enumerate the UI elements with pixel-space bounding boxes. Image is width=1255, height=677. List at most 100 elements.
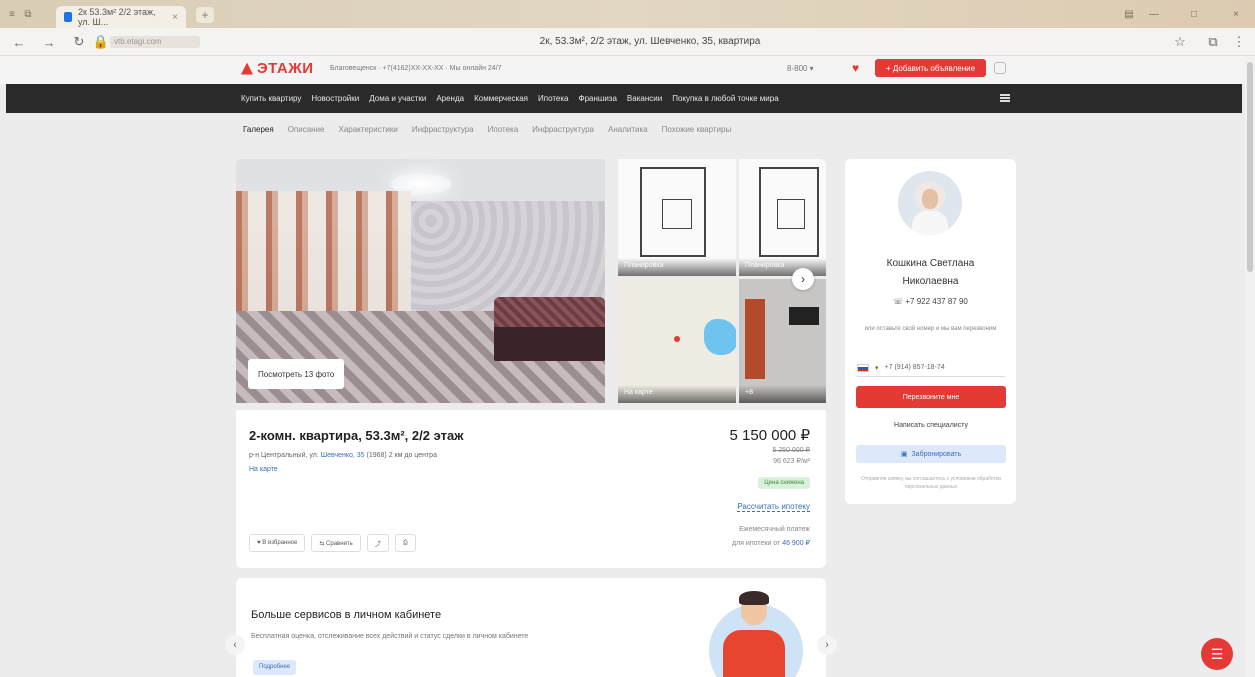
scrollbar[interactable]	[1245, 56, 1255, 677]
tab-gallery[interactable]: Галерея	[243, 125, 274, 134]
compare-button[interactable]: ⇆ Сравнить	[311, 534, 361, 552]
new-tab-button[interactable]: +	[196, 7, 214, 23]
forward-icon[interactable]: →	[42, 35, 56, 50]
old-price: 5 250 000 ₽	[772, 447, 810, 454]
lock-icon: 🔒	[92, 34, 110, 49]
window-extensions-icon[interactable]: ▤	[1123, 8, 1135, 20]
city-selector[interactable]: Благовещенск · +7(4162)XX-XX-XX · Мы онл…	[330, 65, 502, 72]
tab-analytics[interactable]: Аналитика	[608, 125, 648, 134]
tab-close-icon[interactable]: ×	[172, 12, 178, 23]
book-button[interactable]: ▣ Забронировать	[856, 445, 1006, 463]
logo-icon	[241, 62, 253, 75]
bookmark-icon[interactable]: ☆	[1173, 34, 1187, 49]
mortgage-link[interactable]: Рассчитать ипотеку	[737, 502, 810, 512]
site-header	[0, 56, 1255, 84]
phone-input-value: +7 (914) 857-18-74	[884, 364, 945, 371]
legal-note: Отправляя заявку, вы соглашаетесь с усло…	[861, 476, 1001, 490]
browser-menu-icon[interactable]: ≡	[6, 8, 18, 20]
browser-tab[interactable]: 2к 53.3м² 2/2 этаж, ул. Ш... ×	[56, 6, 186, 28]
add-listing-button[interactable]: + Добавить объявление	[875, 59, 986, 77]
site-logo[interactable]: ЭТАЖИ	[241, 60, 314, 77]
agent-note: или оставьте свой номер и мы вам перезво…	[864, 326, 997, 332]
promo-card: Больше сервисов в личном кабинете Беспла…	[236, 578, 826, 677]
mortgage-note: Ежемесячный платеж для ипотеки от 46 900…	[732, 526, 810, 547]
map-water	[704, 319, 736, 355]
message-button[interactable]: Написать специалисту	[856, 416, 1006, 434]
price-per-m2: 96 623 ₽/м²	[773, 458, 810, 465]
window-minimize-icon[interactable]: —	[1148, 8, 1160, 20]
tv	[789, 307, 819, 325]
main-nav: Купить квартиру Новостройки Дома и участ…	[6, 84, 1242, 113]
scrollbar-thumb[interactable]	[1247, 62, 1253, 272]
promo-prev-button[interactable]: ‹	[225, 635, 245, 655]
thumb-map[interactable]: На карте	[618, 279, 736, 403]
reload-icon[interactable]: ↻	[72, 34, 86, 49]
main-photo[interactable]: Посмотреть 13 фото	[236, 159, 605, 403]
on-map-link[interactable]: На карте	[249, 466, 278, 473]
back-icon[interactable]: ←	[12, 35, 26, 50]
nav-item-commercial[interactable]: Коммерческая	[474, 94, 528, 103]
phone-input[interactable]: ▾ +7 (914) 857-18-74	[857, 359, 1005, 377]
favorite-button[interactable]: ♥ В избранное	[249, 534, 306, 552]
tab-description[interactable]: Описание	[288, 125, 325, 134]
thumb-plan-2[interactable]: Планировка	[739, 159, 826, 276]
promo-next-button[interactable]: ›	[817, 635, 837, 655]
listing-address: р-н Центральный, ул. Шевченко, 35 (1968)…	[249, 452, 437, 459]
agent-card: Кошкина Светлана Николаевна ☏ +7 922 437…	[845, 159, 1016, 504]
collections-icon[interactable]: ⧉	[1206, 34, 1220, 49]
thumb-label: Планировка	[618, 258, 736, 276]
tab-mortgage[interactable]: Ипотека	[488, 125, 519, 134]
photo-count-button[interactable]: Посмотреть 13 фото	[248, 359, 345, 389]
print-icon[interactable]: ⎙	[394, 534, 416, 552]
chat-fab-button[interactable]: ☰	[1201, 638, 1233, 670]
tab-title: 2к 53.3м² 2/2 этаж, ул. Ш...	[77, 7, 156, 27]
callback-button[interactable]: Перезвоните мне	[856, 386, 1006, 408]
favicon-icon	[64, 12, 72, 22]
phone-selector[interactable]: 8-800 ▾	[787, 64, 814, 73]
window-close-icon[interactable]: ×	[1230, 8, 1242, 20]
promo-button[interactable]: Подробнее	[253, 660, 297, 675]
tab-infrastructure-2[interactable]: Инфраструктура	[532, 125, 594, 134]
section-tabs: Галерея Описание Характеристики Инфрастр…	[243, 125, 731, 134]
url-host[interactable]: vtb.etagi.com	[110, 36, 200, 48]
calendar-icon: ▣	[900, 451, 908, 458]
nav-item-world[interactable]: Покупка в любой точке мира	[672, 94, 778, 103]
agent-phone[interactable]: ☏ +7 922 437 87 90	[845, 297, 1016, 306]
status-badge: Цена снижена	[758, 477, 810, 489]
user-icon[interactable]	[994, 62, 1006, 74]
nav-item-new[interactable]: Новостройки	[311, 94, 359, 103]
tab-infrastructure[interactable]: Инфраструктура	[412, 125, 474, 134]
thumb-photo[interactable]: +8	[739, 279, 826, 403]
nav-item-buy[interactable]: Купить квартиру	[241, 94, 301, 103]
page-title: 2к, 53.3м², 2/2 этаж, ул. Шевченко, 35, …	[539, 36, 761, 47]
thumb-label: +8	[739, 385, 826, 403]
browser-tabs-icon[interactable]: ⧉	[22, 8, 34, 20]
window-maximize-icon[interactable]: □	[1188, 8, 1200, 20]
nav-item-franchise[interactable]: Франшиза	[579, 94, 617, 103]
door	[745, 299, 765, 379]
address-link[interactable]: Шевченко, 35	[321, 452, 365, 459]
tab-specs[interactable]: Характеристики	[339, 125, 398, 134]
nav-item-rent[interactable]: Аренда	[436, 94, 464, 103]
thumb-plan-1[interactable]: Планировка	[618, 159, 736, 276]
promo-illustration	[723, 630, 785, 677]
chevron-down-icon[interactable]: ▾	[875, 364, 879, 372]
more-icon[interactable]: ⋮	[1232, 34, 1246, 49]
nav-item-mortgage[interactable]: Ипотека	[538, 94, 569, 103]
share-icon[interactable]: ⤴	[366, 534, 389, 552]
listing-actions: ♥ В избранное ⇆ Сравнить ⤴ ⎙	[249, 534, 416, 552]
nav-item-houses[interactable]: Дома и участки	[369, 94, 426, 103]
favorites-icon[interactable]: ♥	[852, 61, 859, 75]
price: 5 150 000 ₽	[729, 427, 810, 444]
nav-item-jobs[interactable]: Вакансии	[627, 94, 662, 103]
tab-similar[interactable]: Похожие квартиры	[662, 125, 732, 134]
map-pin-icon	[674, 336, 680, 342]
mortgage-amount[interactable]: 46 900 ₽	[782, 540, 810, 547]
logo-text: ЭТАЖИ	[257, 60, 314, 77]
gallery-next-button[interactable]: ›	[792, 268, 814, 290]
promo-title: Больше сервисов в личном кабинете	[251, 609, 442, 621]
listing-title: 2-комн. квартира, 53.3м², 2/2 этаж	[249, 428, 464, 443]
menu-icon[interactable]	[1000, 94, 1010, 102]
avatar	[898, 171, 962, 235]
promo-text: Бесплатная оценка, отслеживание всех дей…	[251, 633, 529, 640]
